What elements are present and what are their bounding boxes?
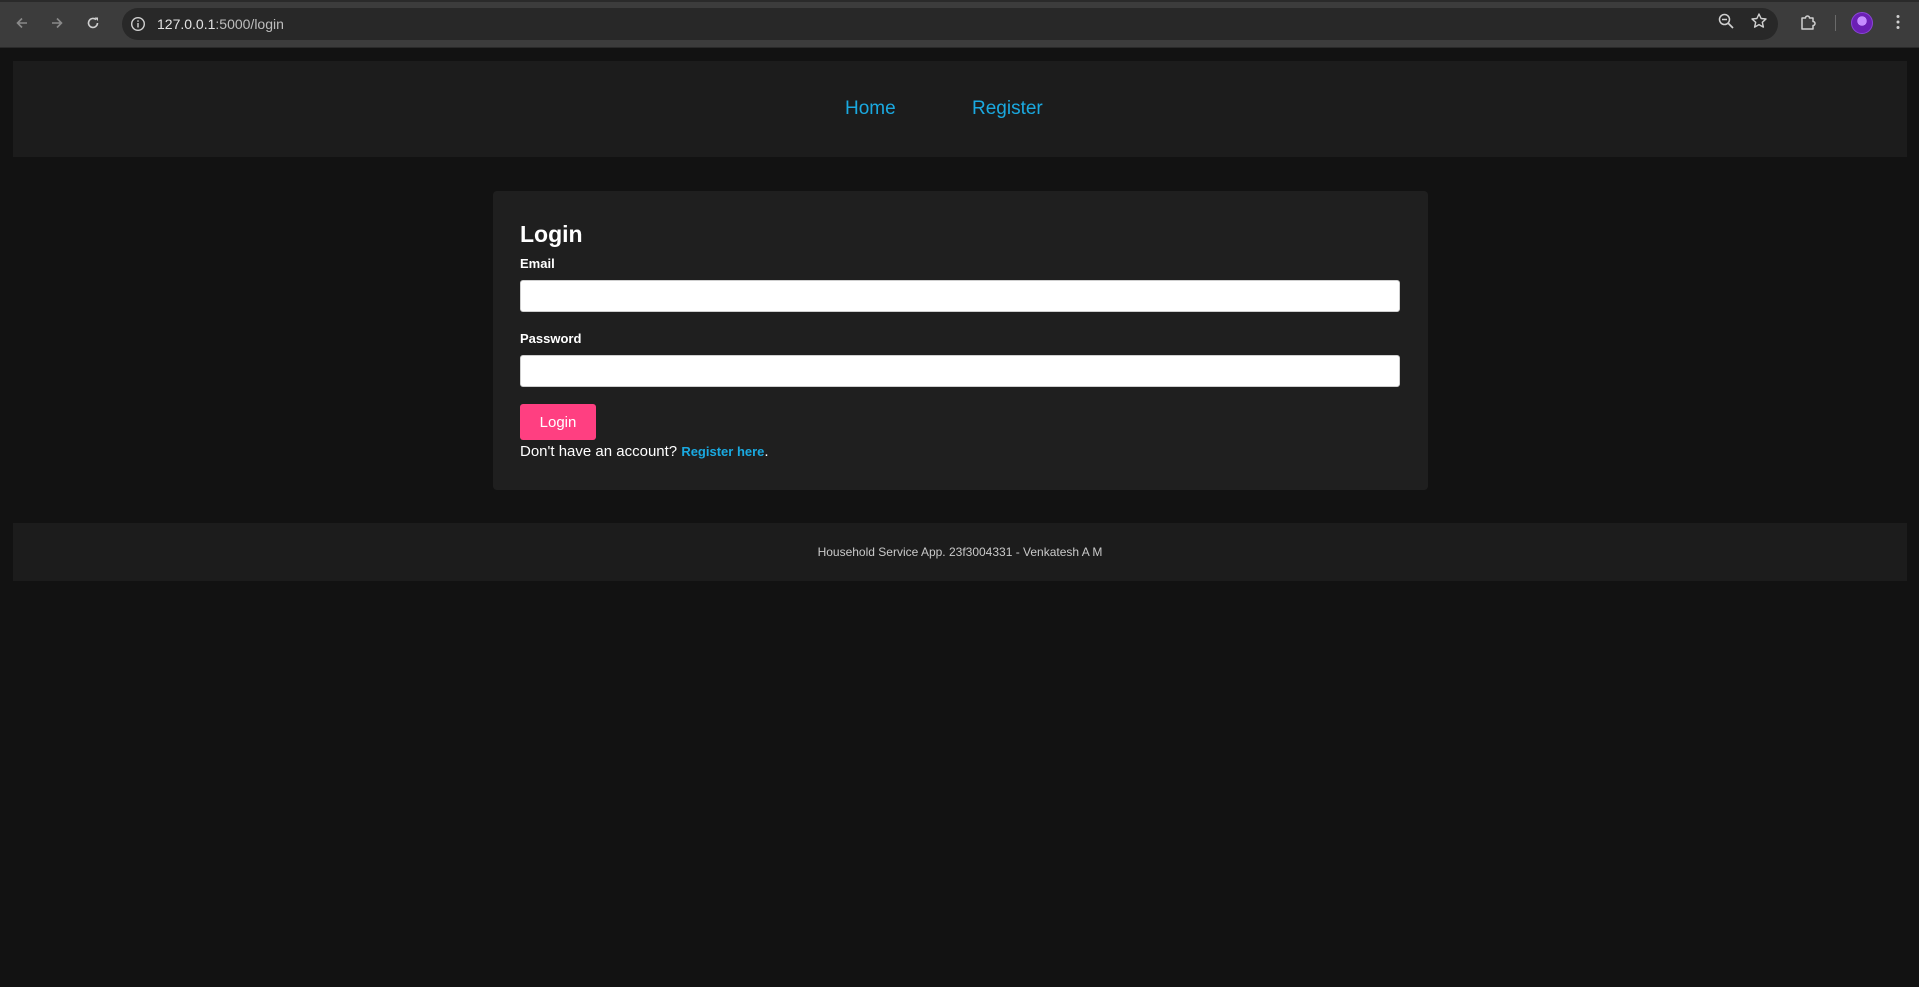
site-header: Home Register [13, 61, 1907, 157]
register-prompt-period: . [764, 443, 769, 460]
back-arrow-icon[interactable] [10, 11, 34, 35]
email-label: Email [520, 256, 555, 271]
info-icon[interactable] [130, 16, 146, 32]
profile-avatar[interactable] [1851, 12, 1873, 34]
browser-toolbar: 127.0.0.1:5000/login [0, 0, 1919, 48]
nav-home-link[interactable]: Home [845, 98, 896, 120]
reload-icon[interactable] [81, 11, 105, 35]
forward-arrow-icon[interactable] [45, 11, 69, 35]
address-bar[interactable]: 127.0.0.1:5000/login [122, 8, 1778, 40]
login-button[interactable]: Login [520, 404, 596, 440]
kebab-menu-icon[interactable] [1888, 12, 1908, 32]
password-field[interactable] [520, 355, 1400, 387]
toolbar-divider [1835, 15, 1836, 31]
star-icon[interactable] [1750, 12, 1768, 30]
tab-strip-edge [0, 0, 1919, 2]
footer-text: Household Service App. 23f3004331 - Venk… [817, 545, 1103, 559]
register-prompt-text: Don't have an account? [520, 443, 682, 460]
password-label: Password [520, 331, 582, 346]
url-text[interactable]: 127.0.0.1:5000/login [157, 16, 284, 32]
register-here-link[interactable]: Register here [681, 444, 764, 459]
url-host: 127.0.0.1 [157, 16, 216, 32]
register-prompt: Don't have an account? Register here. [520, 443, 769, 460]
login-title: Login [520, 221, 583, 247]
zoom-out-icon[interactable] [1717, 12, 1735, 30]
nav-register-link[interactable]: Register [972, 98, 1043, 120]
email-field[interactable] [520, 280, 1400, 312]
login-card: Login Email Password Login Don't have an… [493, 191, 1428, 490]
url-path: :5000/login [215, 16, 284, 32]
puzzle-icon[interactable] [1798, 12, 1818, 32]
site-footer: Household Service App. 23f3004331 - Venk… [13, 523, 1907, 581]
